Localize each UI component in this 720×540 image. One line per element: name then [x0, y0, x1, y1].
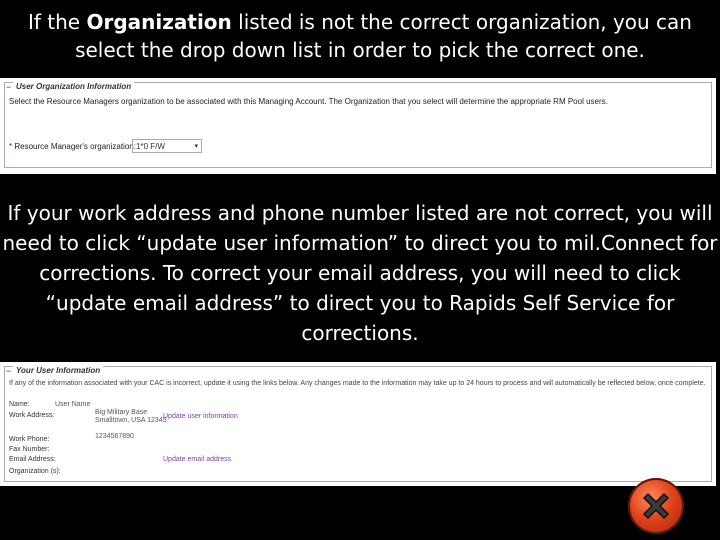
panel-description: If any of the information associated wit…: [9, 380, 706, 387]
collapse-icon[interactable]: −: [6, 82, 11, 92]
organization-select-value: 1*0 F/W: [136, 142, 165, 151]
work-address-line2: Smalltown, USA 12345: [95, 417, 167, 424]
org-field-label: * Resource Manager's organization:: [9, 142, 136, 151]
chevron-down-icon: ▾: [194, 143, 198, 150]
panel-description: Select the Resource Managers organizatio…: [9, 97, 608, 106]
panel-legend: Your User Information: [13, 366, 104, 375]
field-label: Work Address:: [9, 412, 55, 419]
organization-panel-screenshot: − User Organization Information Select t…: [0, 78, 716, 174]
close-x-icon[interactable]: [628, 478, 684, 534]
field-label: Organization (s):: [9, 468, 61, 475]
close-glyph: [642, 492, 670, 520]
name-value: User Name: [55, 401, 91, 408]
user-information-fieldset: − Your User Information If any of the in…: [4, 366, 712, 482]
org-field-label-text: Resource Manager's organization:: [14, 142, 136, 151]
user-information-panel-screenshot: − Your User Information If any of the in…: [0, 362, 716, 486]
caption-text: If the: [27, 10, 87, 34]
update-email-address-link[interactable]: Update email address: [163, 456, 231, 463]
collapse-icon[interactable]: −: [6, 366, 11, 376]
required-marker: *: [9, 142, 13, 151]
work-phone-value: 1234567890: [95, 433, 134, 440]
instruction-caption-user-info: If your work address and phone number li…: [2, 201, 718, 345]
field-label: Email Address:: [9, 456, 56, 463]
field-label: Fax Number:: [9, 446, 50, 453]
instruction-caption-organization: If the Organization listed is not the co…: [0, 8, 720, 64]
organization-select[interactable]: 1*0 F/W ▾: [132, 139, 202, 153]
work-address-line1: Big Military Base: [95, 409, 148, 416]
update-user-information-link[interactable]: Update user information: [163, 413, 238, 420]
field-label: Name:: [9, 401, 30, 408]
panel-legend: User Organization Information: [13, 82, 135, 91]
field-label: Work Phone:: [9, 436, 50, 443]
caption-bold-organization: Organization: [86, 10, 232, 34]
user-organization-fieldset: − User Organization Information Select t…: [4, 82, 712, 168]
